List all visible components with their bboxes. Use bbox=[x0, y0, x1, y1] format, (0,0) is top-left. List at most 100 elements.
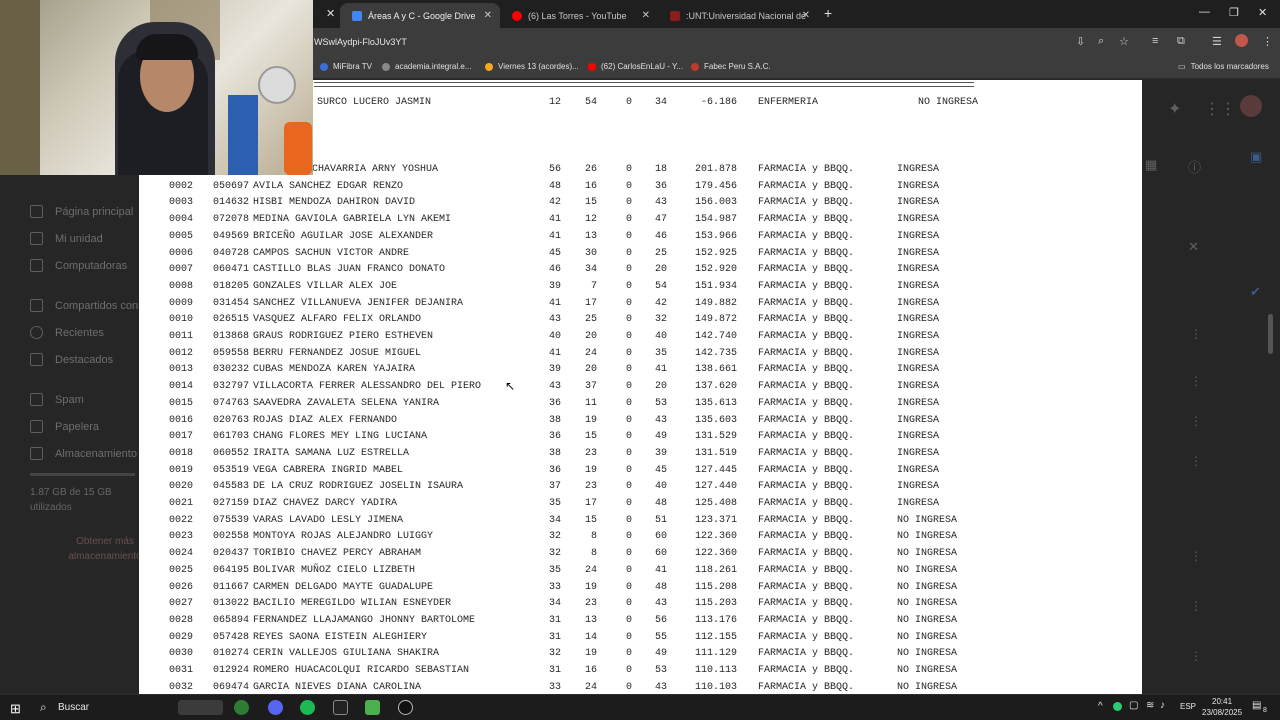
spotify-icon[interactable] bbox=[300, 700, 315, 715]
profile-avatar[interactable] bbox=[1235, 34, 1248, 47]
cell: FARMACIA y BBQQ. bbox=[758, 197, 855, 209]
cell: 30 bbox=[584, 247, 597, 259]
language-indicator[interactable]: ESP bbox=[1180, 702, 1196, 711]
bookmark-academia[interactable]: academia.integral.e... bbox=[382, 62, 472, 71]
status: NO INGRESA bbox=[897, 614, 958, 626]
student-name: DIAZ CHAVEZ DARCY YADIRA bbox=[253, 498, 398, 509]
cell: 12 bbox=[584, 214, 597, 226]
bookmark-carlosenlau[interactable]: (62) CarlosEnLaU - Y... bbox=[588, 62, 683, 71]
star-icon[interactable]: ☆ bbox=[1119, 35, 1129, 48]
more-icon: ⋮ bbox=[1190, 599, 1202, 613]
cell: 201.878 bbox=[694, 164, 737, 175]
student-name: ROMERO HUACACOLQUI RICARDO SEBASTIAN bbox=[253, 665, 470, 676]
tab-title: :UNT:Universidad Nacional de bbox=[686, 10, 807, 21]
tab-unt[interactable]: :UNT:Universidad Nacional de ✕ bbox=[658, 3, 818, 28]
tab-drive[interactable]: Áreas A y C - Google Drive ✕ bbox=[340, 3, 500, 28]
cell: 40 bbox=[548, 331, 561, 342]
tab-title: Áreas A y C - Google Drive bbox=[368, 10, 476, 21]
cell: FARMACIA y BBQQ. bbox=[758, 564, 855, 576]
status-icon[interactable] bbox=[1113, 702, 1122, 711]
cell: 0 bbox=[625, 164, 632, 175]
notification-icon[interactable]: ▤ bbox=[1252, 700, 1261, 711]
cell: 0 bbox=[625, 648, 632, 660]
cell: 065894 bbox=[213, 614, 250, 626]
status: INGRESA bbox=[897, 247, 940, 259]
youtube-icon bbox=[512, 10, 522, 21]
cell: 37 bbox=[584, 381, 597, 393]
cell: 35 bbox=[548, 498, 561, 509]
cell: FARMACIA y BBQQ. bbox=[758, 414, 855, 426]
cell: 049569 bbox=[213, 230, 250, 242]
status: NO INGRESA bbox=[897, 648, 958, 660]
status: INGRESA bbox=[897, 214, 940, 226]
clock-time[interactable]: 20:41 bbox=[1212, 697, 1232, 706]
cell: FARMACIA y BBQQ. bbox=[758, 681, 855, 693]
minimize-icon[interactable]: — bbox=[1199, 6, 1210, 18]
cell: 0008 bbox=[169, 280, 194, 292]
close-tab-icon[interactable]: ✕ bbox=[642, 10, 650, 21]
menu-lines-icon[interactable]: ≡ bbox=[1152, 35, 1158, 47]
status: INGRESA bbox=[897, 180, 940, 192]
plus-icon[interactable]: + bbox=[824, 5, 832, 21]
media-icon[interactable]: ☰ bbox=[1212, 35, 1222, 48]
chevron-up-icon[interactable]: ^ bbox=[1098, 701, 1103, 712]
more-icon[interactable]: ⋮ bbox=[1262, 35, 1273, 48]
chrome-icon[interactable] bbox=[234, 700, 249, 715]
search-icon[interactable]: ⌕ bbox=[40, 700, 47, 715]
discord-icon[interactable] bbox=[268, 700, 283, 715]
cell: 0 bbox=[625, 498, 632, 509]
cell: 39 bbox=[548, 280, 561, 292]
student-name: CHANG FLORES MEY LING LUCIANA bbox=[253, 431, 428, 443]
student-name: MONTOYA ROJAS ALEJANDRO LUIGGY bbox=[253, 531, 434, 543]
cell: 0 bbox=[625, 481, 632, 493]
tab-youtube[interactable]: (6) Las Torres - YouTube ✕ bbox=[500, 3, 658, 28]
chrome-alt-icon[interactable] bbox=[398, 700, 413, 715]
zoom-icon[interactable]: ⌕ bbox=[1098, 35, 1104, 48]
cell: 0 bbox=[625, 397, 632, 409]
bookmark-fabec[interactable]: Fabec Peru S.A.C. bbox=[691, 62, 771, 71]
cell: FARMACIA y BBQQ. bbox=[758, 280, 855, 292]
taskbar-search[interactable]: Buscar bbox=[58, 702, 89, 713]
status: INGRESA bbox=[897, 164, 940, 175]
cell: 0017 bbox=[169, 431, 194, 443]
close-window-icon[interactable]: ✕ bbox=[1258, 6, 1267, 19]
cell: 0020 bbox=[169, 481, 194, 493]
install-icon[interactable]: ⇩ bbox=[1076, 35, 1085, 48]
drive-nav-spam: Spam bbox=[30, 393, 84, 406]
status: INGRESA bbox=[897, 264, 940, 276]
speaker-icon[interactable]: ♪ bbox=[1160, 700, 1165, 711]
bookmark-mifibra[interactable]: MiFibra TV bbox=[320, 62, 372, 71]
tray-app-icon[interactable]: ▢ bbox=[1129, 700, 1138, 711]
close-tab-icon[interactable]: ✕ bbox=[484, 10, 492, 21]
cell: 24 bbox=[584, 681, 597, 693]
close-icon[interactable]: ✕ bbox=[326, 7, 335, 20]
status: NO INGRESA bbox=[897, 514, 958, 526]
address-bar[interactable]: WSwlAydpi-FloJUv3YT bbox=[314, 37, 407, 47]
cell: 46 bbox=[548, 264, 561, 276]
cell: 0 bbox=[625, 514, 632, 526]
camera-app-icon[interactable] bbox=[333, 700, 348, 715]
minecraft-icon[interactable] bbox=[365, 700, 380, 715]
cell: 36 bbox=[654, 180, 667, 192]
wifi-icon[interactable]: ≋ bbox=[1146, 700, 1154, 711]
windows-start-icon[interactable]: ⊞ bbox=[10, 701, 21, 717]
nav-label: Computadoras bbox=[55, 259, 128, 272]
student-name: BERRU FERNANDEZ JOSUE MIGUEL bbox=[253, 347, 422, 359]
student-name: TORIBIO CHAVEZ PERCY ABRAHAM bbox=[253, 548, 422, 560]
all-bookmarks[interactable]: ▭ Todos los marcadores bbox=[1178, 62, 1269, 71]
clock-date[interactable]: 23/08/2025 bbox=[1202, 708, 1242, 717]
drive-nav-trash: Papelera bbox=[30, 420, 99, 433]
student-name: CAMPOS SACHUN VICTOR ANDRE bbox=[253, 247, 410, 259]
bookmark-label: Viernes 13 (acordes)... bbox=[498, 62, 579, 71]
cell: 36 bbox=[548, 397, 561, 409]
cell: 142.740 bbox=[694, 331, 737, 342]
extensions-icon[interactable]: ⧉ bbox=[1177, 35, 1185, 48]
maximize-icon[interactable]: ❐ bbox=[1229, 6, 1239, 19]
cell: FARMACIA y BBQQ. bbox=[758, 464, 855, 476]
bookmark-label: Fabec Peru S.A.C. bbox=[704, 62, 771, 71]
bookmark-viernes[interactable]: Viernes 13 (acordes)... bbox=[485, 62, 579, 71]
flamingo-widget-icon[interactable] bbox=[178, 700, 223, 715]
cell: 35 bbox=[654, 347, 667, 359]
bookmark-label: MiFibra TV bbox=[333, 62, 372, 71]
close-tab-icon[interactable]: ✕ bbox=[802, 10, 810, 21]
